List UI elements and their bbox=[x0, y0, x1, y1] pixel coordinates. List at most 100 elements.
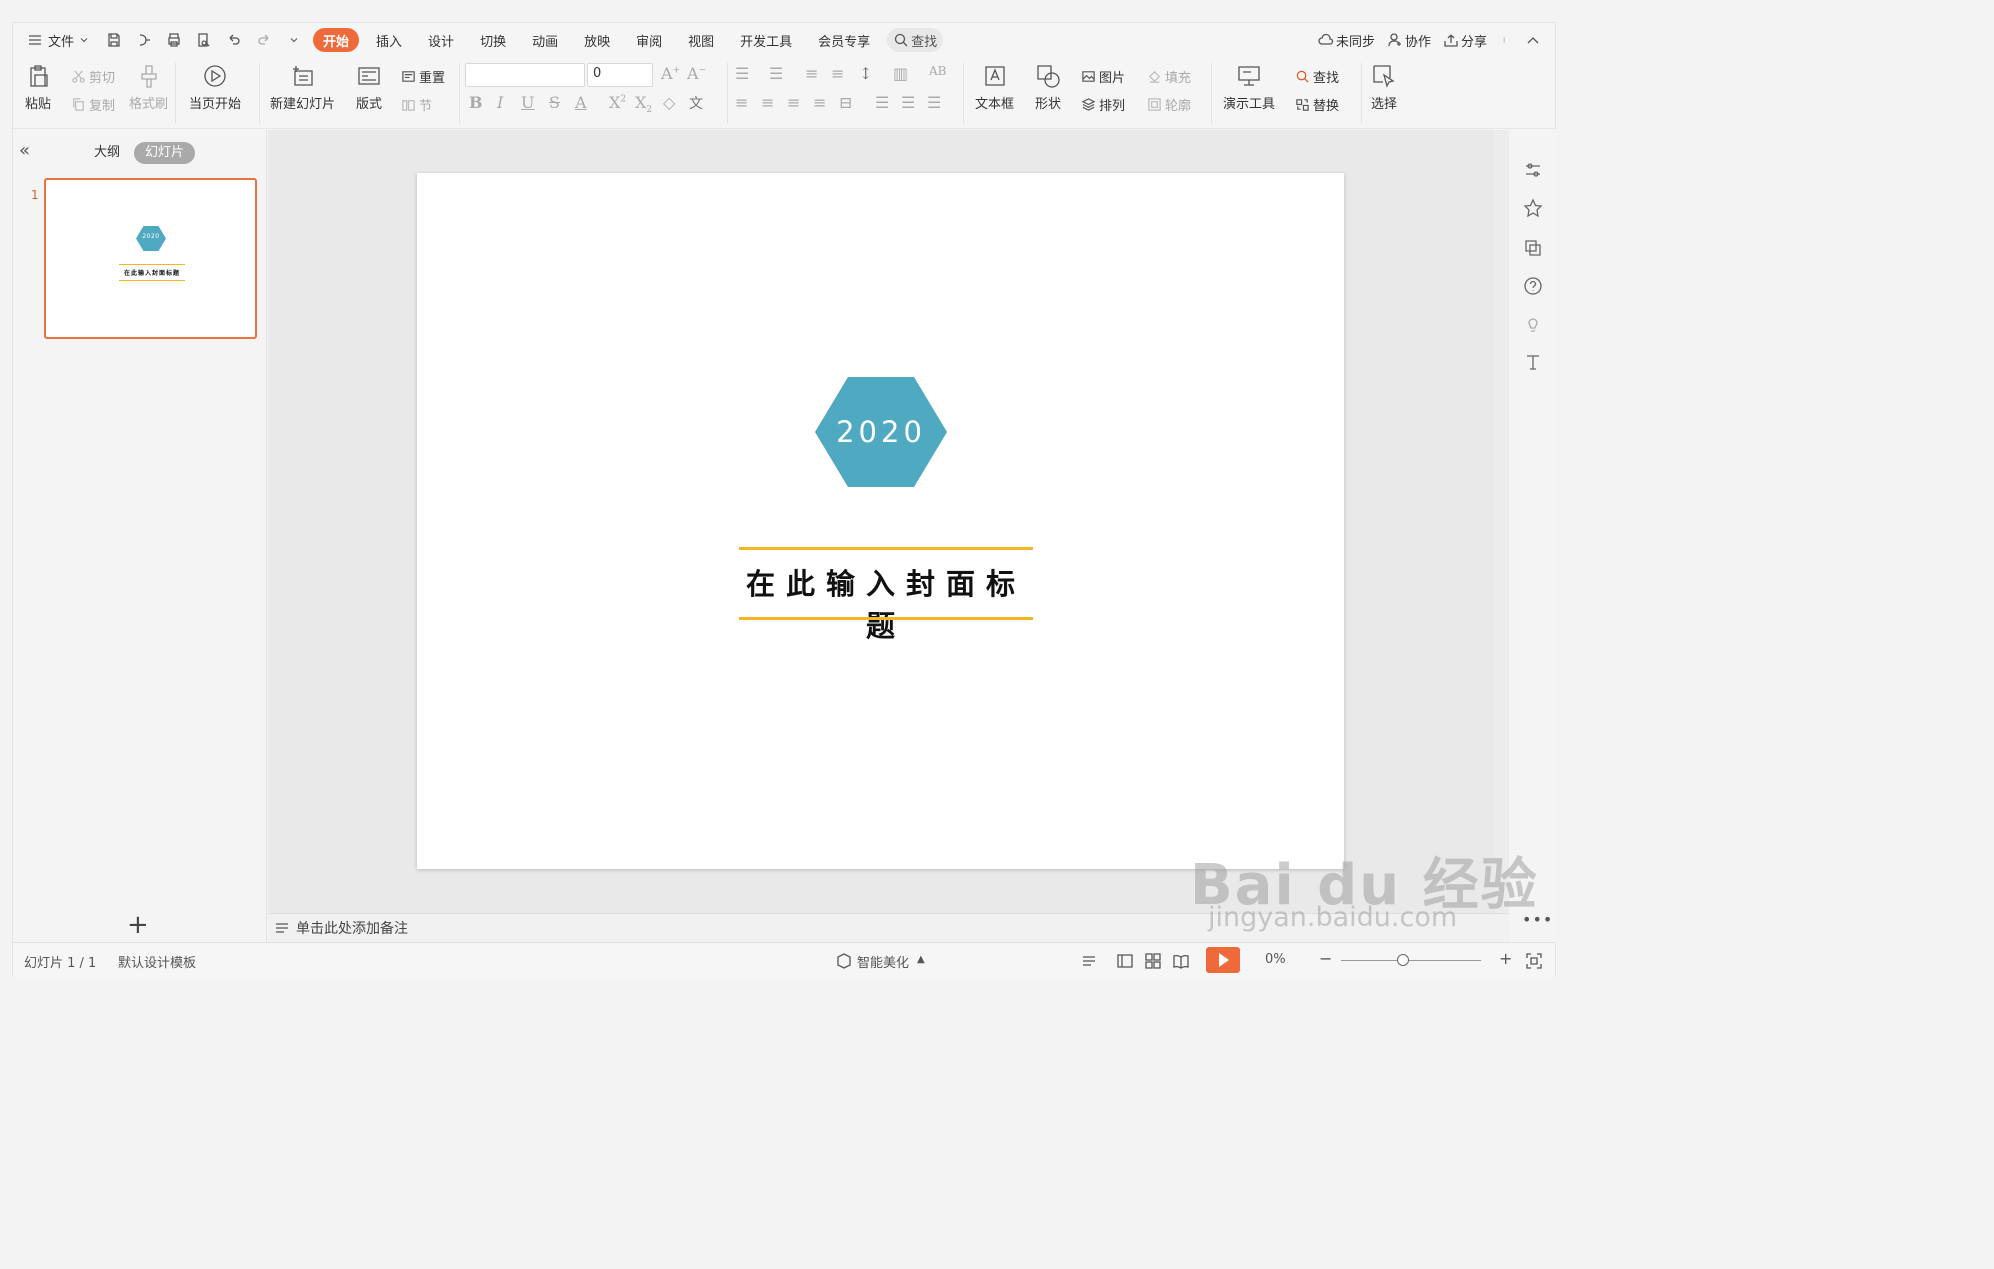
vertical-scrollbar[interactable] bbox=[1495, 130, 1509, 913]
properties-icon[interactable] bbox=[1523, 160, 1543, 180]
phonetic-icon[interactable]: 文 bbox=[689, 93, 703, 113]
bold-icon[interactable]: B bbox=[469, 93, 483, 112]
beautify-button[interactable]: 智能美化 bbox=[857, 952, 909, 971]
print-preview-button[interactable] bbox=[189, 28, 219, 52]
redo-button[interactable] bbox=[249, 28, 279, 52]
share-button[interactable]: 分享 bbox=[1437, 28, 1493, 52]
sync-button[interactable]: 未同步 bbox=[1312, 28, 1381, 52]
slideshow-button[interactable] bbox=[1206, 947, 1240, 973]
add-slide-icon[interactable]: + bbox=[127, 910, 149, 940]
justify-icon[interactable]: ≡ bbox=[813, 93, 826, 112]
tab-view[interactable]: 视图 bbox=[675, 28, 727, 52]
file-menu[interactable]: 文件 bbox=[13, 28, 99, 52]
tab-transitions[interactable]: 切换 bbox=[467, 28, 519, 52]
tab-developer[interactable]: 开发工具 bbox=[727, 28, 805, 52]
italic-icon[interactable]: I bbox=[497, 93, 503, 112]
distribute-icon[interactable]: ⊟ bbox=[839, 93, 852, 112]
picture-button[interactable]: 图片 bbox=[1081, 67, 1125, 86]
reset-button[interactable]: 重置 bbox=[401, 67, 445, 86]
cover-title[interactable]: 在此输入封面标题 bbox=[739, 561, 1033, 645]
zoom-out-icon[interactable]: − bbox=[1319, 949, 1332, 968]
zoom-slider[interactable] bbox=[1341, 960, 1481, 961]
cut-button[interactable]: 剪切 bbox=[71, 67, 115, 86]
normal-view-icon[interactable] bbox=[1116, 952, 1134, 970]
beautify-icon[interactable] bbox=[835, 952, 853, 970]
decrease-indent-icon[interactable]: ≡ bbox=[805, 64, 818, 83]
customize-toolbar-button[interactable] bbox=[279, 28, 309, 52]
zoom-slider-handle[interactable] bbox=[1397, 954, 1409, 966]
font-shrink-icon[interactable]: A− bbox=[687, 64, 706, 83]
text-icon[interactable] bbox=[1523, 352, 1543, 372]
format-painter-button[interactable]: 格式刷 bbox=[129, 63, 168, 112]
undo-button[interactable] bbox=[219, 28, 249, 52]
collapse-panel-icon[interactable]: « bbox=[19, 140, 30, 161]
align-center-icon[interactable]: ≡ bbox=[761, 93, 774, 112]
line-spacing-icon[interactable]: ↕ bbox=[859, 64, 872, 83]
align-right-icon[interactable]: ≡ bbox=[787, 93, 800, 112]
align-left-icon[interactable]: ≡ bbox=[735, 93, 748, 112]
tab-member[interactable]: 会员专享 bbox=[805, 28, 883, 52]
superscript-icon[interactable]: X2 bbox=[609, 93, 626, 112]
export-button[interactable] bbox=[129, 28, 159, 52]
slide[interactable]: 2020 在此输入封面标题 bbox=[417, 173, 1344, 869]
numbered-list-icon[interactable]: ☰ bbox=[769, 64, 783, 83]
arrange-button[interactable]: 排列 bbox=[1081, 95, 1125, 114]
layout-button[interactable]: 版式 bbox=[356, 63, 382, 112]
text-direction-icon[interactable]: AB bbox=[929, 64, 946, 78]
line-settings-icon[interactable]: ☰ bbox=[927, 93, 941, 112]
lightbulb-icon[interactable] bbox=[1523, 314, 1543, 334]
tab-outline[interactable]: 大纲 bbox=[83, 142, 131, 164]
tab-review[interactable]: 审阅 bbox=[623, 28, 675, 52]
font-color-icon[interactable]: A bbox=[575, 93, 587, 112]
fill-button[interactable]: 填充 bbox=[1147, 67, 1191, 86]
fit-window-icon[interactable] bbox=[1525, 952, 1543, 970]
save-button[interactable] bbox=[99, 28, 129, 52]
select-button[interactable]: 选择 bbox=[1371, 63, 1397, 112]
new-slide-button[interactable]: 新建幻灯片 bbox=[270, 63, 335, 112]
font-size-select[interactable]: 0 bbox=[587, 63, 653, 87]
para-spacing-icon[interactable]: ☰ bbox=[875, 93, 889, 112]
tab-slideshow[interactable]: 放映 bbox=[571, 28, 623, 52]
beautify-caret-icon[interactable]: ▲ bbox=[917, 954, 925, 965]
tab-design[interactable]: 设计 bbox=[415, 28, 467, 52]
tab-animations[interactable]: 动画 bbox=[519, 28, 571, 52]
slide-thumbnail[interactable]: 2020 在此输入封面标题 bbox=[44, 178, 257, 339]
help-icon[interactable] bbox=[1523, 276, 1543, 296]
strikethrough-icon[interactable]: S bbox=[549, 93, 560, 112]
font-grow-icon[interactable]: A+ bbox=[661, 64, 680, 83]
tab-home[interactable]: 开始 bbox=[313, 28, 360, 52]
grid-view-icon[interactable] bbox=[1144, 952, 1162, 970]
copy-button[interactable]: 复制 bbox=[71, 95, 115, 114]
play-from-current-button[interactable]: 当页开始 bbox=[189, 63, 241, 112]
zoom-level[interactable]: 0% bbox=[1265, 952, 1286, 967]
template-name[interactable]: 默认设计模板 bbox=[118, 952, 196, 971]
bullet-list-icon[interactable]: ☰ bbox=[735, 64, 749, 83]
increase-indent-icon[interactable]: ≡ bbox=[831, 64, 844, 83]
outline-button[interactable]: 轮廓 bbox=[1147, 95, 1191, 114]
section-button[interactable]: 节 bbox=[401, 95, 432, 114]
notes-toggle-icon[interactable] bbox=[1081, 952, 1099, 970]
columns-icon[interactable]: ▥ bbox=[893, 64, 908, 83]
find-button[interactable]: 查找 bbox=[1295, 67, 1339, 86]
collapse-ribbon-button[interactable] bbox=[1519, 28, 1547, 52]
year-text[interactable]: 2020 bbox=[815, 377, 947, 487]
underline-icon[interactable]: U bbox=[521, 93, 534, 112]
star-icon[interactable] bbox=[1523, 198, 1543, 218]
more-menu-button[interactable] bbox=[1493, 28, 1519, 52]
shape-button[interactable]: 形状 bbox=[1035, 63, 1061, 112]
textbox-button[interactable]: 文本框 bbox=[975, 63, 1014, 112]
clear-format-icon[interactable]: ◇ bbox=[663, 93, 675, 112]
subscript-icon[interactable]: X2 bbox=[635, 93, 652, 115]
print-button[interactable] bbox=[159, 28, 189, 52]
tab-slides[interactable]: 幻灯片 bbox=[134, 142, 196, 164]
reading-view-icon[interactable] bbox=[1172, 952, 1190, 970]
search-button[interactable]: 查找 bbox=[887, 28, 944, 52]
replace-button[interactable]: 替换 bbox=[1295, 95, 1339, 114]
tab-insert[interactable]: 插入 bbox=[363, 28, 415, 52]
zoom-in-icon[interactable]: + bbox=[1499, 949, 1512, 968]
collab-button[interactable]: 协作 bbox=[1381, 28, 1437, 52]
font-name-select[interactable] bbox=[465, 63, 585, 87]
paste-button[interactable]: 粘贴 bbox=[25, 63, 51, 112]
present-tools-button[interactable]: 演示工具 bbox=[1223, 63, 1275, 112]
list-indent-icon[interactable]: ☰ bbox=[901, 93, 915, 112]
